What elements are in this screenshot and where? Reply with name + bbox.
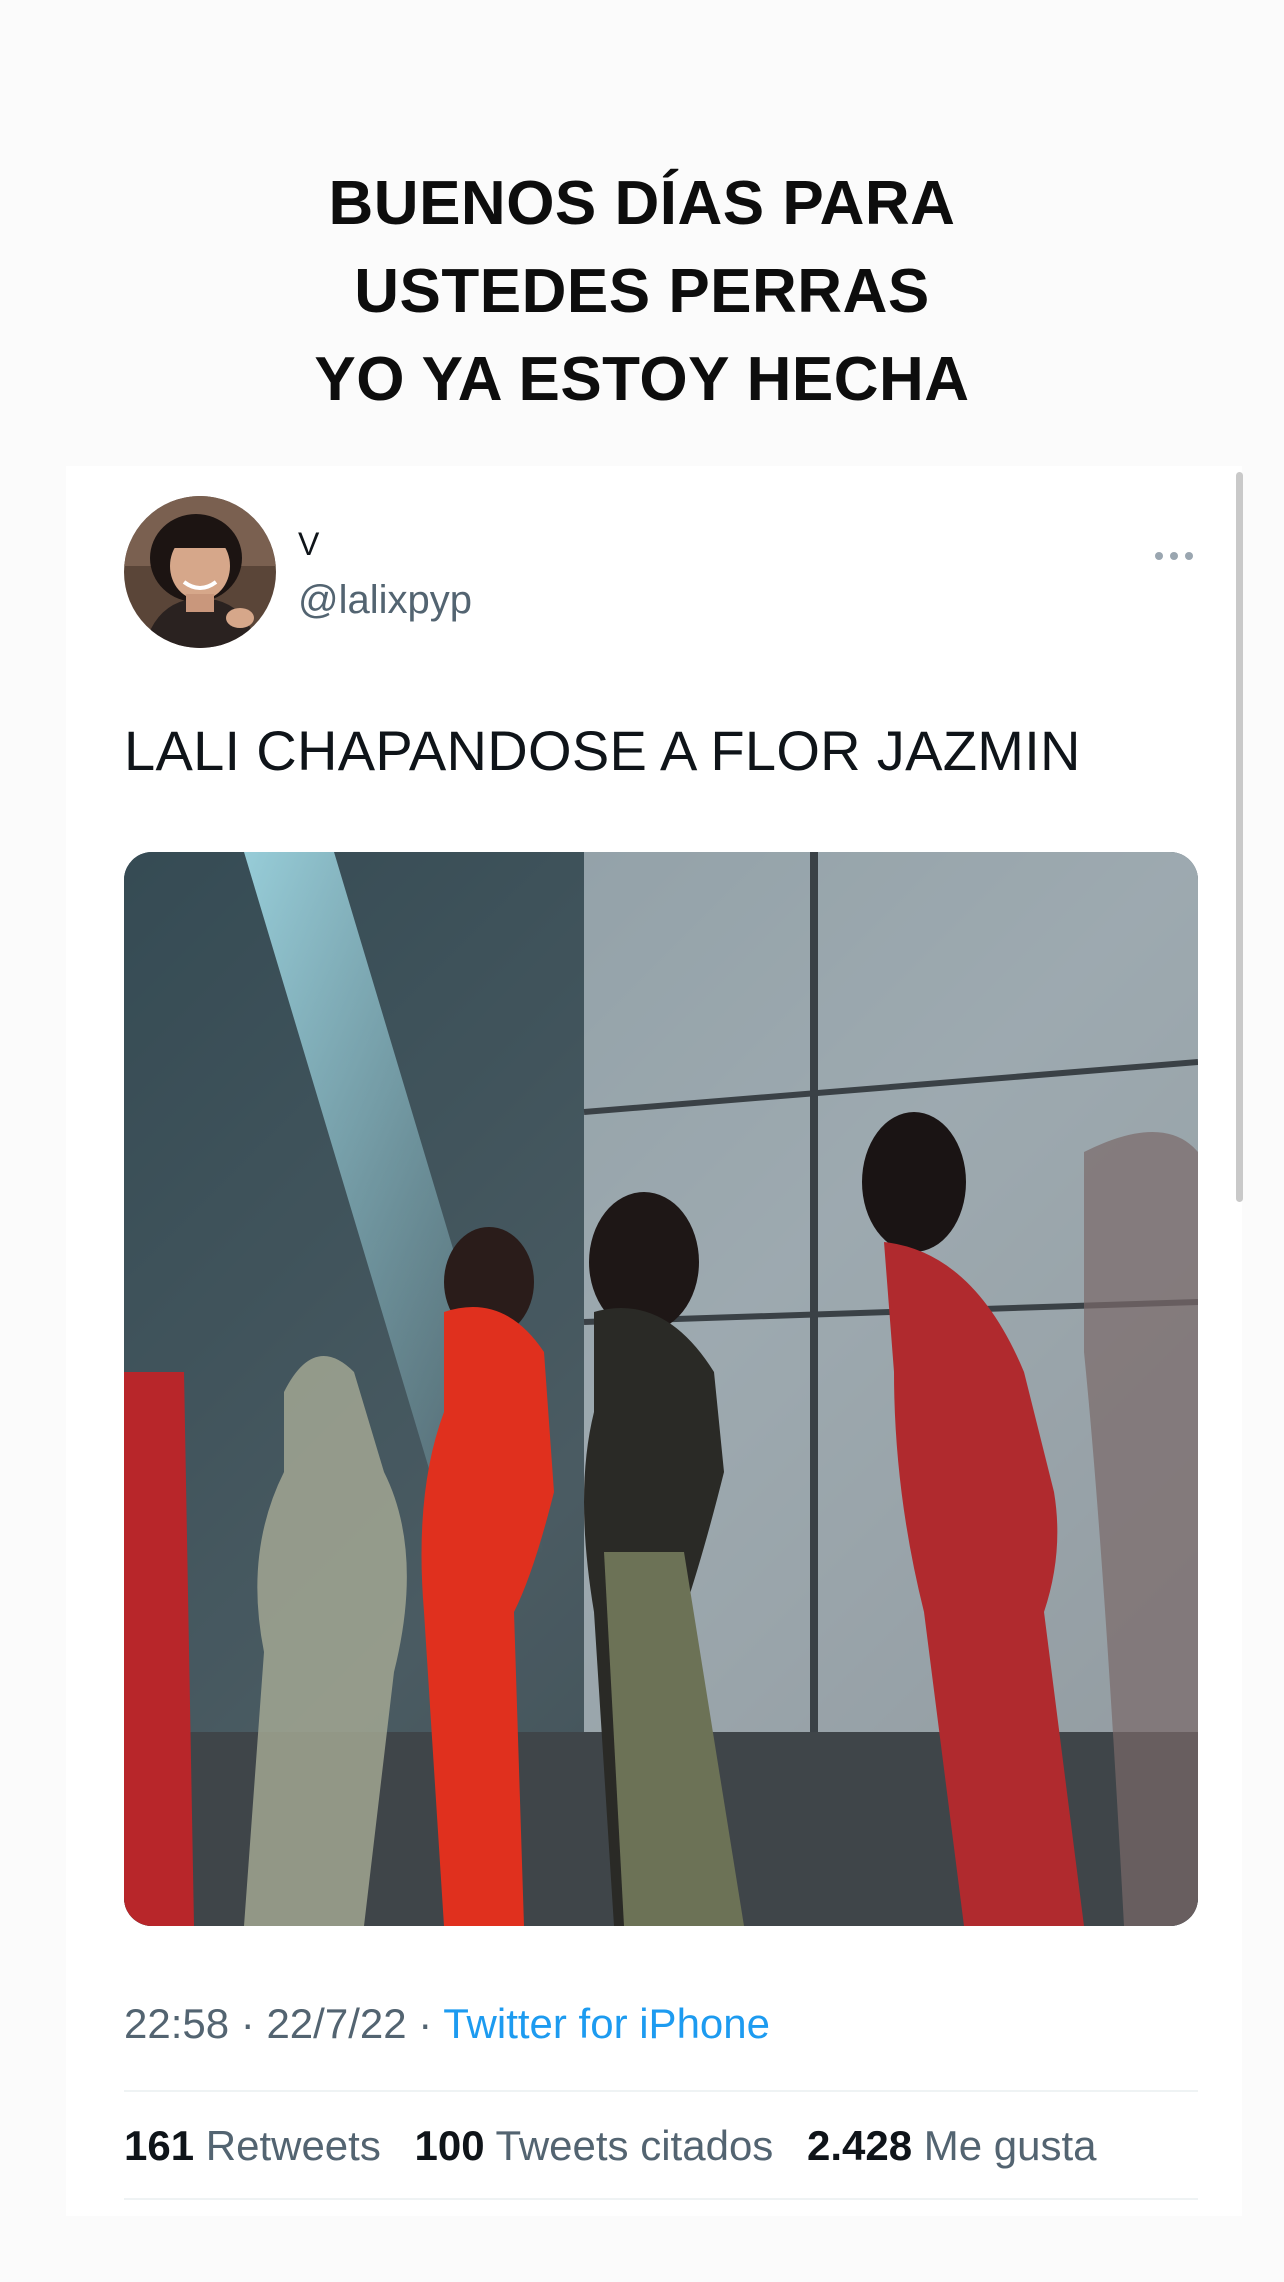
meta-separator: · (240, 2000, 255, 2047)
tweet-timestamp: 22:58 · 22/7/22 · Twitter for iPhone (124, 2000, 770, 2048)
tweet-date[interactable]: 22/7/22 (266, 2000, 406, 2047)
likes-count: 2.428 (806, 2122, 913, 2169)
likes-label: Me gusta (923, 2122, 1097, 2169)
more-options-button[interactable] (1144, 536, 1204, 576)
retweets-stat[interactable]: 161 Retweets (124, 2122, 393, 2169)
quotes-stat[interactable]: 100 Tweets citados (415, 2122, 785, 2169)
caption-line-1: BUENOS DÍAS PARA (328, 169, 956, 238)
user-handle[interactable]: @lalixpyp (298, 578, 472, 623)
tweet-card: V @lalixpyp LALI CHAPANDOSE A FLOR JAZMI… (66, 466, 1242, 2216)
likes-stat[interactable]: 2.428 Me gusta (807, 2122, 1097, 2169)
divider (124, 2198, 1198, 2200)
avatar[interactable] (124, 496, 276, 648)
tweet-stats: 161 Retweets 100 Tweets citados 2.428 Me… (124, 2122, 1119, 2170)
tweet-source-link[interactable]: Twitter for iPhone (443, 2000, 770, 2047)
display-name[interactable]: V (298, 526, 319, 563)
retweets-label: Retweets (205, 2122, 381, 2169)
meta-separator: · (418, 2000, 433, 2047)
tweet-media-video[interactable] (124, 852, 1198, 1926)
tweet-time[interactable]: 22:58 (124, 2000, 229, 2047)
caption-line-3: YO YA ESTOY HECHA (314, 345, 970, 414)
quotes-count: 100 (414, 2122, 485, 2169)
tweet-text: LALI CHAPANDOSE A FLOR JAZMIN (124, 719, 1081, 782)
scrollbar[interactable] (1236, 472, 1243, 1202)
more-horizontal-icon (1154, 551, 1194, 561)
meme-caption: BUENOS DÍAS PARA USTEDES PERRAS YO YA ES… (0, 160, 1284, 424)
quotes-label: Tweets citados (495, 2122, 774, 2169)
retweets-count: 161 (124, 2122, 195, 2169)
divider (124, 2090, 1198, 2092)
caption-line-2: USTEDES PERRAS (354, 257, 930, 326)
story-page: BUENOS DÍAS PARA USTEDES PERRAS YO YA ES… (0, 0, 1284, 2282)
